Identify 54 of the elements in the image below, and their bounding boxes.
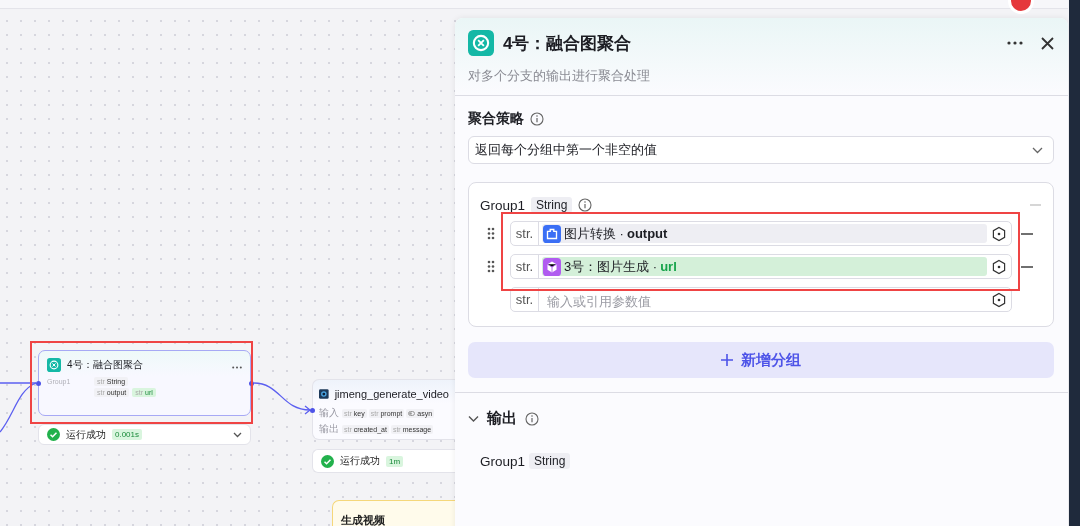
type-tag: String	[529, 453, 571, 469]
section-label: 输出	[319, 422, 339, 436]
chevron-down-icon[interactable]	[233, 431, 242, 438]
connector-line	[0, 382, 37, 433]
toggle-icon	[408, 410, 416, 416]
chevron-down-icon[interactable]	[468, 413, 479, 424]
reference-field[interactable]: str. 图片转换 · output	[510, 221, 1012, 246]
success-check-icon	[321, 454, 334, 468]
section-title: 输出	[487, 409, 517, 428]
success-check-icon	[47, 428, 60, 441]
add-group-button[interactable]: 新增分组	[468, 342, 1054, 378]
info-icon[interactable]	[525, 411, 539, 426]
section-label: 输入	[319, 406, 339, 420]
output-port[interactable]	[249, 381, 254, 386]
more-icon[interactable]	[1007, 41, 1023, 45]
merge-node-icon	[47, 358, 61, 372]
connector-arrow	[253, 382, 312, 415]
duration-badge: 0.001s	[112, 429, 143, 440]
node-title: 4号：融合图聚合	[67, 358, 143, 372]
node-title: jimeng_generate_video	[334, 388, 449, 400]
input-port[interactable]	[36, 381, 41, 386]
drag-handle-icon[interactable]	[485, 260, 497, 273]
panel-title: 4号：融合图聚合	[503, 32, 632, 55]
info-icon[interactable]	[578, 198, 593, 212]
plugin-icon	[543, 224, 561, 243]
variable-picker-icon[interactable]	[991, 258, 1007, 275]
remove-icon[interactable]	[1021, 232, 1033, 235]
merge-node-icon	[468, 30, 494, 56]
cube-icon	[543, 257, 561, 276]
reference-field[interactable]: str. 3号：图片生成 · url	[510, 254, 1012, 279]
type-tag: String	[531, 197, 573, 213]
duration-badge: 1m	[386, 455, 404, 467]
reference-value: 图片转换 · output	[542, 224, 987, 243]
panel-description: 对多个分支的输出进行聚合处理	[468, 68, 651, 85]
status-text: 运行成功	[66, 427, 106, 442]
plus-icon	[721, 354, 733, 366]
input-port[interactable]	[310, 408, 315, 413]
group-name: Group1	[480, 197, 526, 213]
output-name: Group1	[480, 453, 526, 469]
remove-icon[interactable]	[1021, 265, 1033, 268]
plugin-avatar-icon	[319, 387, 329, 401]
status-text: 运行成功	[340, 454, 380, 468]
reference-field[interactable]: str. 输入或引用参数值	[510, 287, 1012, 312]
variable-picker-icon[interactable]	[991, 225, 1007, 242]
note-node[interactable]: 生成视频	[332, 500, 455, 526]
field-label: 聚合策略	[468, 110, 524, 128]
reference-value: 3号：图片生成 · url	[542, 257, 987, 276]
chevron-down-icon	[1032, 146, 1043, 154]
strategy-select[interactable]: 返回每个分组中第一个非空的值	[468, 136, 1054, 164]
close-icon[interactable]	[1041, 36, 1054, 50]
drag-handle-icon[interactable]	[485, 227, 497, 240]
node-title: 生成视频	[341, 514, 385, 526]
info-icon[interactable]	[530, 112, 544, 126]
variable-picker-icon[interactable]	[991, 291, 1007, 308]
